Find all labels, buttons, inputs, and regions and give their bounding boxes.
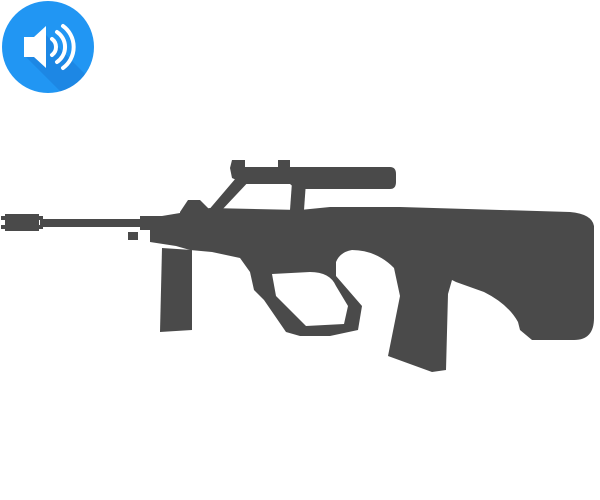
stage: [0, 0, 600, 500]
sound-button[interactable]: [2, 1, 94, 93]
rifle-silhouette: [1, 160, 594, 372]
speaker-volume-icon: [24, 24, 94, 93]
